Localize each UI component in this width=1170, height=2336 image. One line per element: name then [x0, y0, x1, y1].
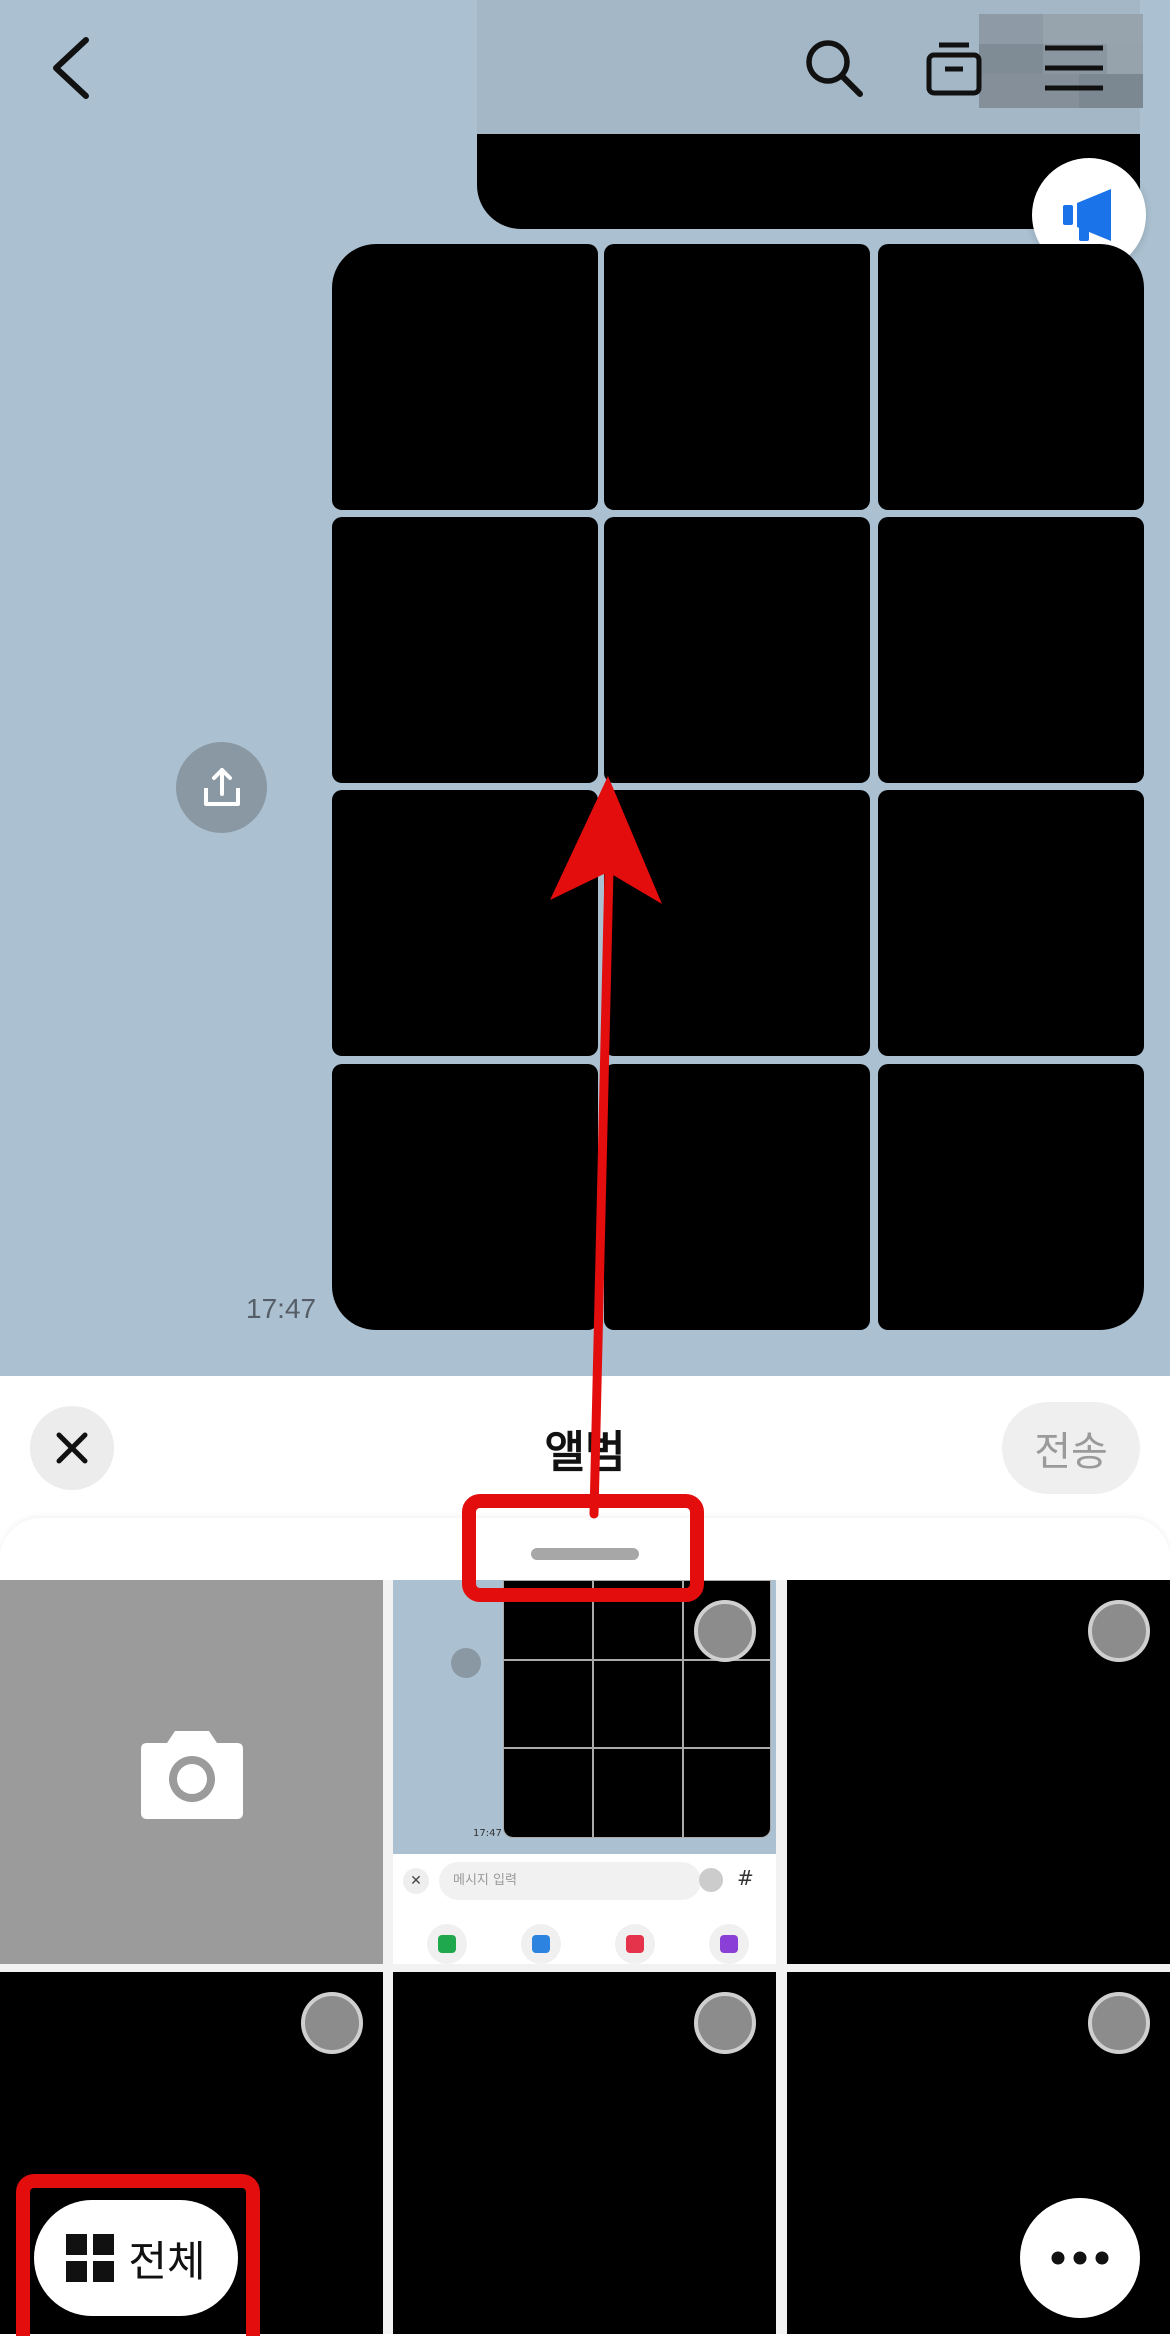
thumbnail-hash-icon: # — [737, 1866, 754, 1890]
search-icon — [806, 40, 863, 97]
select-checkbox[interactable] — [1088, 1600, 1150, 1662]
album-photo-cell[interactable]: 17:47 ✕ 메시지 입력 # — [393, 1580, 776, 1964]
photo-tile[interactable] — [332, 790, 598, 1056]
chevron-left-icon — [53, 37, 89, 99]
message-time: 17:47 — [246, 1293, 317, 1324]
thumbnail-gift-icon — [615, 1924, 655, 1964]
photo-tile[interactable] — [604, 790, 870, 1056]
thumbnail-time: 17:47 — [473, 1828, 502, 1839]
album-title: 앨범 — [544, 1427, 626, 1478]
thumbnail-input-bar: ✕ 메시지 입력 # — [393, 1854, 776, 1914]
photo-tile[interactable] — [332, 1064, 598, 1330]
hamburger-menu-icon — [1045, 45, 1103, 91]
camera-cell[interactable] — [0, 1580, 383, 1964]
photo-message-grid[interactable] — [332, 244, 1144, 1330]
select-checkbox[interactable] — [694, 1600, 756, 1662]
megaphone-icon — [1063, 189, 1111, 241]
photo-tile[interactable] — [878, 1064, 1144, 1330]
filter-label: 전체 — [128, 2236, 206, 2286]
thumbnail-crop-icon — [709, 1924, 749, 1964]
album-photo-cell[interactable] — [393, 1972, 776, 2334]
select-checkbox[interactable] — [1088, 1992, 1150, 2054]
share-upload-icon — [203, 767, 240, 806]
menu-button[interactable] — [1034, 28, 1114, 108]
thumbnail-toolbar — [393, 1914, 776, 1964]
share-button[interactable] — [176, 742, 267, 833]
chat-drawer-button[interactable] — [914, 28, 994, 108]
thumbnail-camera-icon — [521, 1924, 561, 1964]
photo-tile[interactable] — [604, 244, 870, 510]
photo-tile[interactable] — [332, 244, 598, 510]
select-checkbox[interactable] — [694, 1992, 756, 2054]
select-checkbox[interactable] — [301, 1992, 363, 2054]
thumbnail-message-field: 메시지 입력 — [439, 1862, 701, 1900]
drag-handle[interactable] — [531, 1548, 639, 1560]
chat-top-bar — [0, 0, 1170, 134]
thumbnail-share-icon — [451, 1648, 481, 1678]
sheet-drag-area[interactable] — [0, 1518, 1170, 1580]
album-photo-cell[interactable] — [787, 1580, 1170, 1964]
more-options-button[interactable] — [1020, 2198, 1140, 2318]
album-filter-button[interactable]: 전체 — [34, 2200, 238, 2316]
thumbnail-emoji-icon — [699, 1868, 723, 1892]
album-sheet-header: 앨범 전송 — [0, 1376, 1170, 1518]
grid-icon — [66, 2234, 115, 2282]
more-dots-icon — [1051, 2251, 1109, 2265]
thumbnail-gallery-icon — [427, 1924, 467, 1964]
back-button[interactable] — [30, 28, 110, 108]
photo-tile[interactable] — [604, 1064, 870, 1330]
photo-tile[interactable] — [604, 517, 870, 783]
search-button[interactable] — [794, 28, 874, 108]
photo-tile[interactable] — [332, 517, 598, 783]
photo-tile[interactable] — [878, 517, 1144, 783]
send-button[interactable]: 전송 — [1002, 1402, 1140, 1494]
chat-room: 17:47 — [0, 0, 1170, 1376]
thumbnail-close-icon: ✕ — [403, 1868, 429, 1894]
photo-tile[interactable] — [878, 244, 1144, 510]
camera-icon — [140, 1731, 243, 1819]
photo-tile[interactable] — [878, 790, 1144, 1056]
drawer-icon — [926, 42, 982, 96]
